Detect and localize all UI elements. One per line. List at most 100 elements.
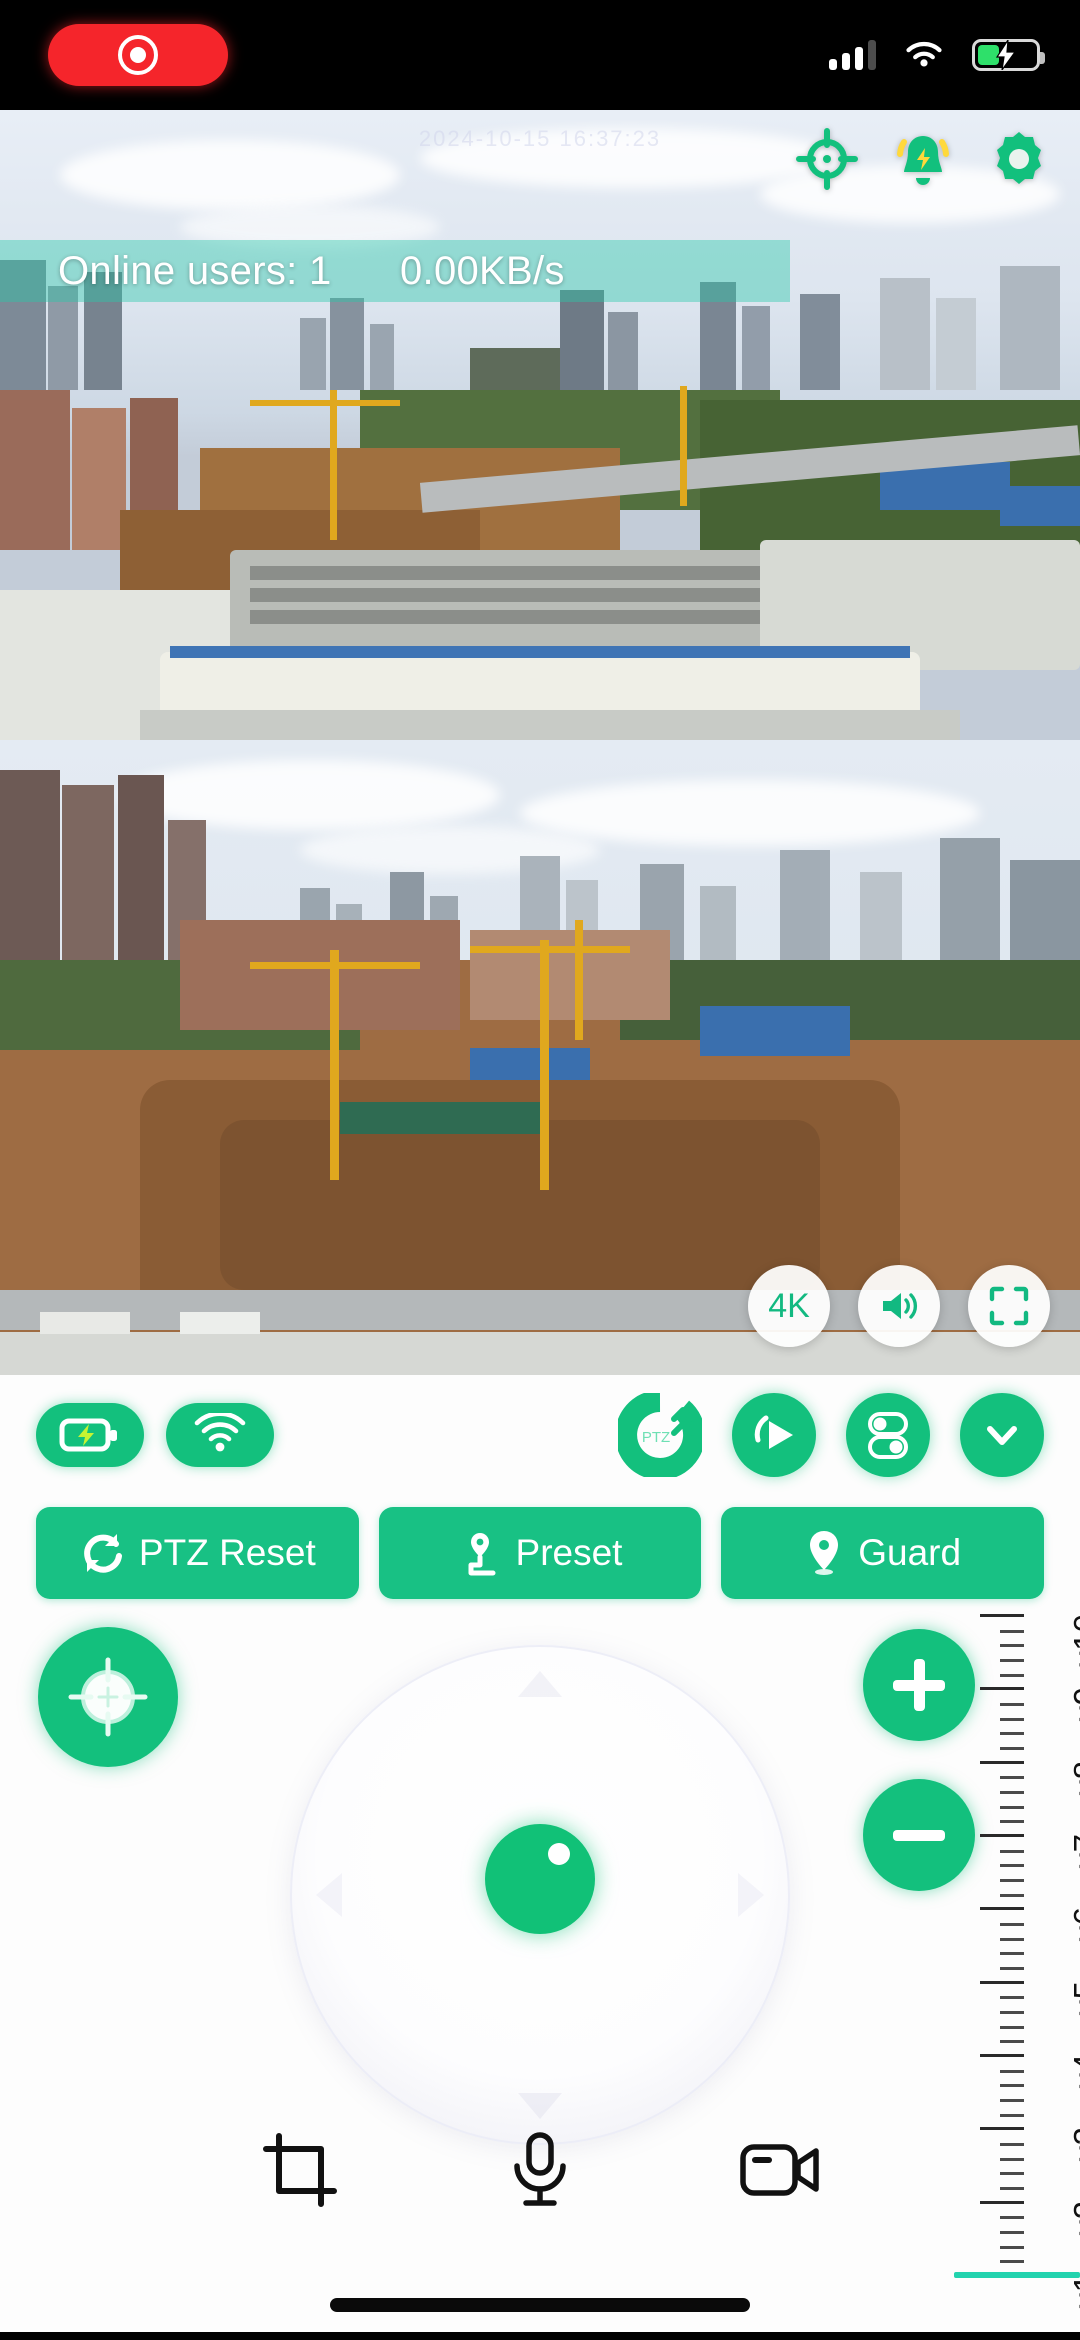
panel-quick-controls[interactable]: PTZ <box>618 1393 1044 1477</box>
wifi-status-pill[interactable] <box>166 1403 274 1467</box>
ruler-tick-minor <box>1000 1673 1024 1677</box>
ruler-tick-minor <box>1000 1923 1024 1926</box>
alarm-bell-icon[interactable] <box>892 128 954 190</box>
ptz-reset-button[interactable]: PTZ Reset <box>36 1507 359 1599</box>
ptz-reset-label: PTZ Reset <box>138 1532 316 1573</box>
target-crosshair-icon <box>68 1657 148 1737</box>
ruler-label: x6 <box>1067 1907 1080 1943</box>
joystick-arrow-left[interactable] <box>316 1873 342 1917</box>
stream-status-text: Online users: 1 0.00KB/s <box>58 248 565 293</box>
record-video-button[interactable] <box>730 2120 830 2220</box>
record-video-icon <box>740 2144 819 2196</box>
ruler-tick-minor <box>1000 1879 1024 1882</box>
joystick-knob[interactable] <box>485 1824 595 1934</box>
guard-button[interactable]: Guard <box>721 1507 1045 1599</box>
record-icon <box>118 35 158 75</box>
recording-indicator[interactable] <box>48 24 228 86</box>
volume-button[interactable] <box>858 1265 940 1347</box>
media-action-bar[interactable] <box>0 2095 1080 2245</box>
ruler-tick-major <box>980 2054 1024 2057</box>
ruler-tick-minor <box>1000 2084 1024 2088</box>
ruler-tick-minor <box>1000 1717 1024 1721</box>
guard-label: Guard <box>858 1532 962 1573</box>
camera-top-controls[interactable] <box>796 128 1050 190</box>
ruler-tick-minor <box>1000 1849 1024 1853</box>
ruler-tick-minor <box>1000 1791 1024 1794</box>
video-feed-area[interactable]: 2024-10-15 16:37:23 Online users: 1 0.00… <box>0 110 1080 1375</box>
joystick-arrow-up[interactable] <box>518 1671 562 1697</box>
ruler-tick-minor <box>1000 1805 1024 1809</box>
ruler-tick-minor <box>1000 2260 1024 2264</box>
ptz-mode-button[interactable]: PTZ <box>618 1393 702 1477</box>
ruler-tick-minor <box>1000 1952 1024 1956</box>
preset-label: Preset <box>515 1532 623 1573</box>
refresh-icon <box>84 1534 122 1573</box>
preset-pin-icon <box>468 1533 496 1576</box>
status-bar <box>0 0 1080 110</box>
ruler-tick-minor <box>1000 1937 1024 1941</box>
battery-icon <box>59 1418 117 1452</box>
ruler-tick-minor <box>1000 2011 1024 2014</box>
ruler-tick-minor <box>1000 1820 1024 1824</box>
ruler-tick-minor <box>1000 2040 1024 2044</box>
ruler-tick-minor <box>1000 1967 1024 1970</box>
ruler-label: x1 <box>1067 2274 1080 2309</box>
video-pane-top[interactable]: 2024-10-15 16:37:23 Online users: 1 0.00… <box>0 110 1080 740</box>
ruler-tick-minor <box>1000 1732 1024 1736</box>
screen-bottom-edge <box>0 2332 1080 2340</box>
status-bar-right <box>829 39 1045 71</box>
microphone-icon <box>514 2132 566 2206</box>
home-indicator[interactable] <box>330 2298 750 2312</box>
chevron-down-icon <box>987 1426 1017 1445</box>
fullscreen-button[interactable] <box>968 1265 1050 1347</box>
snapshot-button[interactable] <box>250 2120 350 2220</box>
ruler-tick-minor <box>1000 1703 1024 1706</box>
ruler-tick-minor <box>1000 1629 1024 1633</box>
ruler-tick-minor <box>1000 2245 1024 2249</box>
resolution-button[interactable]: 4K <box>748 1265 830 1347</box>
signal-bars-icon <box>829 40 876 70</box>
ruler-tick-minor <box>1000 1996 1024 2000</box>
ruler-tick-major <box>980 1980 1024 1984</box>
play-button[interactable] <box>732 1393 816 1477</box>
video-playback-controls[interactable]: 4K <box>748 1265 1050 1347</box>
joystick-arrow-right[interactable] <box>738 1873 764 1917</box>
terrain-mid <box>0 386 1080 740</box>
ptz-action-buttons[interactable]: PTZ Reset Preset Guard <box>36 1507 1045 1599</box>
ruler-tick-minor <box>1000 1747 1024 1750</box>
ptz-joystick[interactable] <box>290 1645 790 2145</box>
ruler-tick-minor <box>1000 1659 1024 1662</box>
ruler-tick-minor <box>1000 1893 1024 1897</box>
location-pin-icon <box>810 1531 839 1575</box>
ruler-tick-minor <box>1000 1776 1024 1780</box>
target-icon[interactable] <box>796 128 858 190</box>
wifi-icon-2 <box>194 1413 246 1452</box>
video-pane-bottom[interactable]: 4K <box>0 740 1080 1375</box>
ruler-label: x4 <box>1067 2054 1080 2089</box>
stream-status-banner: Online users: 1 0.00KB/s <box>0 240 790 302</box>
ruler-tick-minor <box>1000 2025 1024 2029</box>
ruler-tick-major <box>980 1614 1024 1617</box>
record-dot <box>130 47 146 63</box>
ruler-label: x7 <box>1067 1834 1080 1869</box>
ruler-label: x10 <box>1067 1614 1080 1668</box>
ruler-tick-minor <box>1000 1864 1024 1868</box>
collapse-button[interactable] <box>960 1393 1044 1477</box>
ruler-current-indicator[interactable] <box>954 2272 1080 2278</box>
preset-button[interactable]: Preset <box>378 1507 702 1599</box>
ruler-tick-major <box>980 1907 1024 1911</box>
toggle-settings-button[interactable] <box>846 1393 930 1477</box>
svg-text:PTZ: PTZ <box>642 1429 670 1446</box>
ruler-label: x9 <box>1067 1687 1080 1723</box>
toggles-icon <box>868 1412 908 1459</box>
snapshot-crop-icon <box>263 2133 337 2207</box>
play-icon <box>754 1415 793 1449</box>
ruler-tick-minor <box>1000 2069 1024 2073</box>
ruler-tick-minor <box>1000 1644 1024 1648</box>
ptz-target-button[interactable] <box>38 1627 178 1767</box>
microphone-button[interactable] <box>490 2120 590 2220</box>
battery-status-pill[interactable] <box>36 1403 144 1467</box>
ptz-icon: PTZ <box>618 1393 702 1477</box>
ruler-tick-major <box>980 1760 1024 1764</box>
gear-icon[interactable] <box>988 128 1050 190</box>
